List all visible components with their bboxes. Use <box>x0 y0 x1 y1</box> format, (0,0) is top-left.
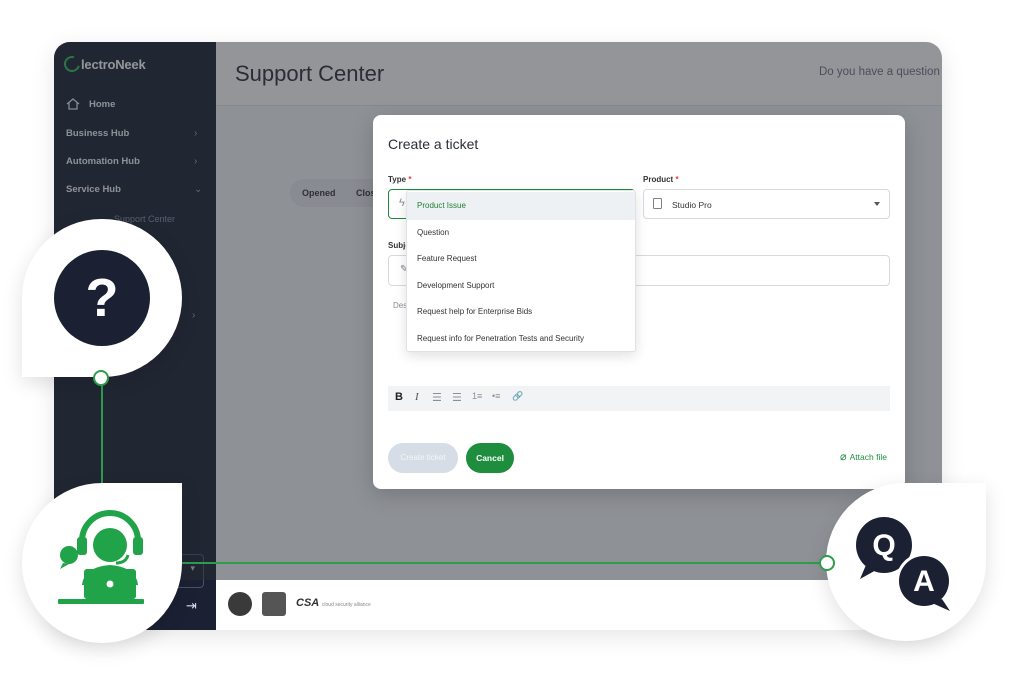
csa-text: CSA <box>296 597 319 609</box>
attach-file-link[interactable]: ⌀ Attach file <box>840 450 887 463</box>
support-agent-bubble <box>22 483 182 643</box>
logout-icon[interactable]: ⇥ <box>186 598 197 614</box>
connector-line <box>101 377 103 485</box>
ordered-list-button[interactable]: 1≡ <box>472 391 482 401</box>
connector-line <box>182 562 826 564</box>
type-label: Type * <box>388 175 411 184</box>
caret-down-icon <box>874 202 880 206</box>
bullet-list-button[interactable]: •≡ <box>492 391 500 401</box>
question-mark-icon: ? <box>54 250 150 346</box>
type-label-text: Type <box>388 175 407 184</box>
dropdown-option-feature-request[interactable]: Feature Request <box>407 246 635 272</box>
modal-title: Create a ticket <box>388 136 479 152</box>
product-select[interactable]: Studio Pro <box>643 189 890 219</box>
question-bubble: ? <box>22 219 182 377</box>
certification-badge-icon <box>228 592 252 616</box>
qa-bubble: Q A <box>826 483 986 641</box>
required-mark: * <box>675 175 679 184</box>
product-label-text: Product <box>643 175 674 184</box>
dropdown-option-penetration-tests[interactable]: Request info for Penetration Tests and S… <box>407 326 635 352</box>
attach-file-label: Attach file <box>849 451 887 462</box>
dropdown-option-product-issue[interactable]: Product Issue <box>407 192 635 220</box>
qa-chat-icon: Q A <box>856 517 952 611</box>
paperclip-icon: ⌀ <box>840 451 847 463</box>
required-mark: * <box>408 175 412 184</box>
bold-button[interactable]: B <box>395 391 403 403</box>
connector-dot <box>93 370 109 386</box>
csa-logo: CSA cloud security alliance <box>296 597 371 609</box>
indent-button[interactable]: ☰ <box>452 391 462 404</box>
cancel-button[interactable]: Cancel <box>466 443 514 473</box>
product-value: Studio Pro <box>672 200 712 210</box>
bolt-icon: ϟ <box>399 197 405 209</box>
qa-letter-q: Q <box>872 529 895 562</box>
security-seal-icon <box>262 592 286 616</box>
support-agent-icon <box>58 510 144 604</box>
qa-letter-a: A <box>913 565 935 598</box>
editor-toolbar: B I ☰ ☰ 1≡ •≡ 🔗 <box>388 386 890 411</box>
dropdown-option-enterprise-bids[interactable]: Request help for Enterprise Bids <box>407 299 635 325</box>
link-icon[interactable]: 🔗 <box>512 391 523 402</box>
stage: lectroNeek Home Business Hub › Automatio… <box>0 0 1024 674</box>
create-ticket-button[interactable]: Create ticket <box>388 443 458 473</box>
italic-button[interactable]: I <box>415 391 419 403</box>
dropdown-option-development-support[interactable]: Development Support <box>407 273 635 299</box>
dropdown-option-question[interactable]: Question <box>407 220 635 246</box>
product-label: Product * <box>643 175 679 184</box>
connector-dot <box>819 555 835 571</box>
csa-small-text: cloud security alliance <box>321 602 371 608</box>
outdent-button[interactable]: ☰ <box>432 391 442 404</box>
clipboard-icon <box>653 198 662 209</box>
type-dropdown: Product Issue Question Feature Request D… <box>406 190 636 352</box>
